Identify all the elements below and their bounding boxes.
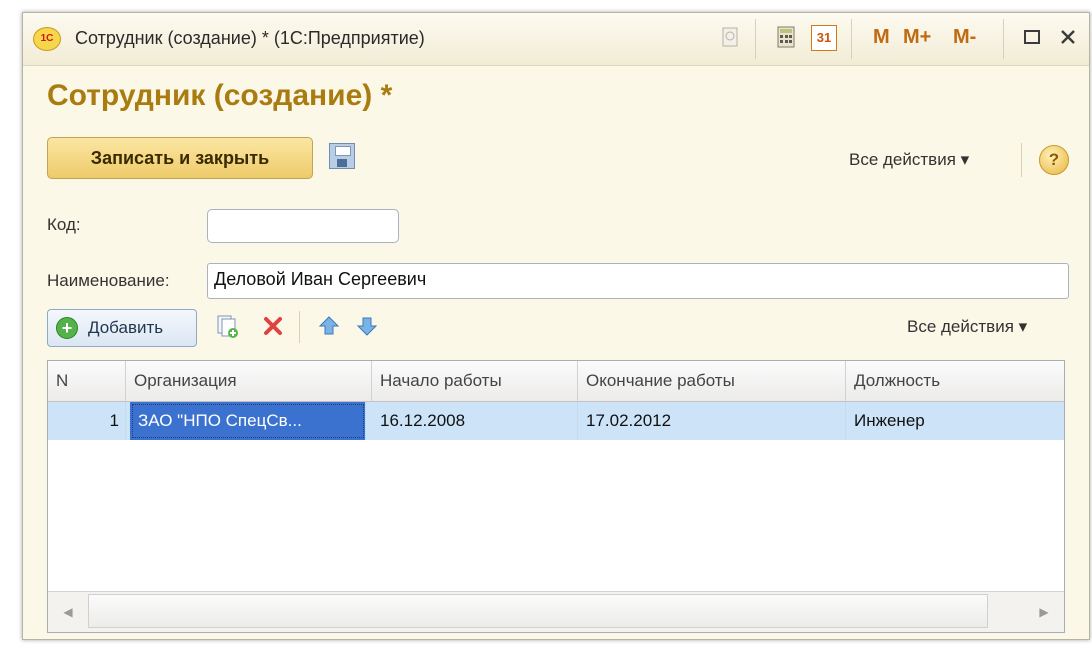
- cell-end-date[interactable]: 17.02.2012: [578, 402, 846, 440]
- code-field[interactable]: [207, 209, 399, 243]
- save-and-close-button[interactable]: Записать и закрыть: [47, 137, 313, 179]
- history-icon[interactable]: [717, 25, 743, 51]
- scroll-right-icon[interactable]: ▶: [1024, 592, 1064, 632]
- column-header-n[interactable]: N: [48, 361, 126, 401]
- cell-position[interactable]: Инженер: [846, 402, 1064, 440]
- code-label: Код:: [47, 215, 81, 234]
- copy-row-icon[interactable]: [213, 313, 241, 341]
- column-header-organization[interactable]: Организация: [126, 361, 372, 401]
- memory-add-button[interactable]: M+: [903, 26, 931, 49]
- help-icon[interactable]: ?: [1039, 145, 1069, 175]
- memory-subtract-button[interactable]: M-: [953, 26, 976, 49]
- toolbar-separator: [851, 19, 852, 59]
- calculator-icon[interactable]: [773, 25, 799, 51]
- calendar-icon[interactable]: 31: [811, 25, 837, 51]
- all-actions-menu[interactable]: Все действия ▾: [849, 150, 969, 170]
- employment-table: N Организация Начало работы Окончание ра…: [47, 360, 1065, 633]
- cell-n[interactable]: 1: [48, 402, 126, 440]
- app-logo-icon[interactable]: 1С: [33, 27, 61, 51]
- move-down-icon[interactable]: [353, 313, 381, 341]
- maximize-icon[interactable]: [1019, 25, 1045, 51]
- cell-start-date[interactable]: 16.12.2008: [372, 402, 578, 440]
- cell-organization[interactable]: ЗАО "НПО СпецСв...: [130, 402, 366, 440]
- close-icon[interactable]: [1055, 25, 1081, 51]
- title-bar: 1С Сотрудник (создание) * (1С:Предприяти…: [23, 13, 1089, 66]
- save-disk-icon[interactable]: [329, 143, 355, 169]
- add-plus-icon: +: [56, 317, 78, 339]
- horizontal-scrollbar[interactable]: ◀ ▶: [48, 591, 1064, 632]
- table-header: N Организация Начало работы Окончание ра…: [48, 361, 1064, 402]
- table-row[interactable]: 1 ЗАО "НПО СпецСв... 16.12.2008 17.02.20…: [48, 402, 1064, 440]
- name-label: Наименование:: [47, 271, 170, 290]
- delete-row-icon[interactable]: [259, 313, 287, 341]
- table-all-actions-menu[interactable]: Все действия ▾: [907, 317, 1027, 337]
- toolbar-separator: [299, 311, 300, 343]
- form-title: Сотрудник (создание) *: [47, 79, 393, 112]
- column-header-end-date[interactable]: Окончание работы: [578, 361, 846, 401]
- add-row-button[interactable]: + Добавить: [47, 309, 197, 347]
- name-field[interactable]: Деловой Иван Сергеевич: [207, 263, 1069, 299]
- add-row-label: Добавить: [88, 318, 164, 337]
- employee-form-window: 1С Сотрудник (создание) * (1С:Предприяти…: [22, 12, 1090, 640]
- toolbar-separator: [1003, 19, 1004, 59]
- scrollbar-thumb[interactable]: [88, 594, 988, 628]
- column-header-start-date[interactable]: Начало работы: [372, 361, 578, 401]
- move-up-icon[interactable]: [315, 313, 343, 341]
- window-title: Сотрудник (создание) * (1С:Предприятие): [75, 28, 425, 48]
- toolbar-separator: [1021, 143, 1022, 177]
- scroll-left-icon[interactable]: ◀: [48, 592, 88, 632]
- memory-store-button[interactable]: M: [873, 26, 890, 49]
- toolbar-separator: [755, 19, 756, 59]
- column-header-position[interactable]: Должность: [846, 361, 1064, 401]
